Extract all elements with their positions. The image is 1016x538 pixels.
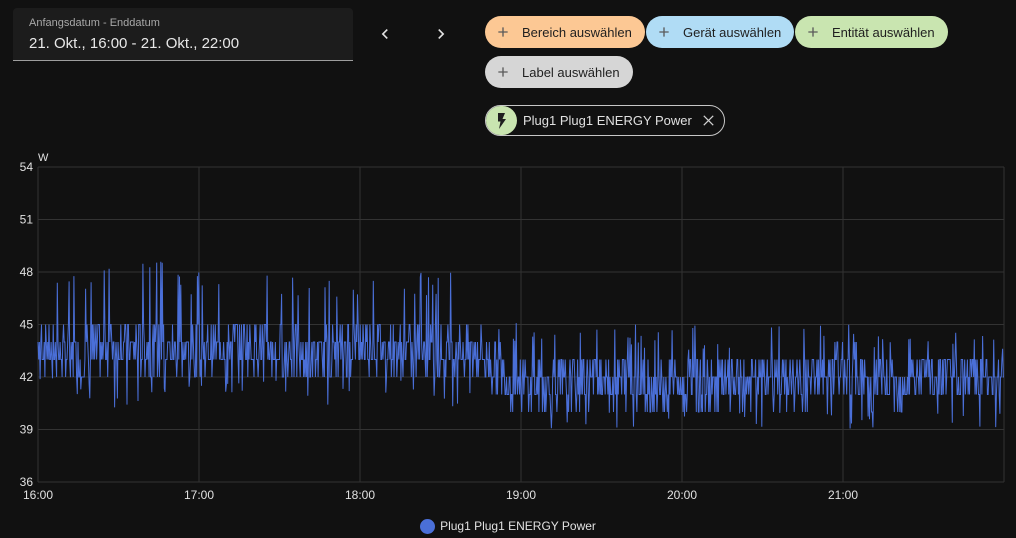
close-icon — [703, 115, 715, 126]
y-axis-unit-label: W — [38, 152, 49, 164]
x-tick-label: 17:00 — [184, 488, 214, 502]
chevron-right-icon — [438, 29, 445, 39]
date-range-picker[interactable]: Anfangsdatum - Enddatum 21. Okt., 16:00 … — [13, 8, 353, 61]
x-tick-label: 20:00 — [667, 488, 697, 502]
plus-icon — [656, 24, 672, 40]
chart-grid — [37, 166, 1005, 483]
y-tick-label: 36 — [20, 475, 34, 489]
select-device-label: Gerät auswählen — [683, 24, 782, 40]
x-axis: 16:00 17:00 18:00 19:00 20:00 21:00 — [23, 488, 858, 502]
power-history-chart: 54 51 48 45 42 39 36 16:00 17:00 18:00 19:00 20:00… — [20, 152, 1005, 502]
selected-entity-label: Plug1 Plug1 ENERGY Power — [523, 113, 692, 128]
select-label-chip[interactable]: Label auswählen — [485, 56, 633, 88]
y-tick-label: 54 — [20, 160, 34, 174]
select-label-label: Label auswählen — [522, 64, 620, 80]
flash-icon — [486, 106, 517, 135]
y-tick-label: 45 — [20, 318, 34, 332]
next-period-button[interactable] — [425, 18, 457, 50]
legend-label: Plug1 Plug1 ENERGY Power — [440, 519, 596, 533]
y-axis: 54 51 48 45 42 39 36 — [20, 160, 34, 489]
date-range-value: 21. Okt., 16:00 - 21. Okt., 22:00 — [29, 35, 240, 52]
select-entity-chip[interactable]: Entität auswählen — [795, 16, 948, 48]
x-tick-label: 16:00 — [23, 488, 53, 502]
select-entity-label: Entität auswählen — [832, 24, 935, 40]
plus-icon — [495, 24, 511, 40]
chevron-left-icon — [381, 29, 388, 39]
legend-marker — [420, 518, 436, 534]
select-area-chip[interactable]: Bereich auswählen — [485, 16, 645, 48]
chart-legend[interactable]: Plug1 Plug1 ENERGY Power — [0, 517, 1016, 535]
selected-entity-chip[interactable]: Plug1 Plug1 ENERGY Power — [485, 105, 725, 136]
y-tick-label: 51 — [20, 213, 34, 227]
y-tick-label: 48 — [20, 265, 34, 279]
select-device-chip[interactable]: Gerät auswählen — [646, 16, 795, 48]
x-tick-label: 19:00 — [506, 488, 536, 502]
previous-period-button[interactable] — [369, 18, 401, 50]
date-range-label: Anfangsdatum - Enddatum — [29, 17, 160, 29]
remove-entity-button[interactable] — [702, 114, 716, 128]
x-tick-label: 18:00 — [345, 488, 375, 502]
plus-icon — [805, 24, 821, 40]
x-tick-label: 21:00 — [828, 488, 858, 502]
y-tick-label: 39 — [20, 423, 34, 437]
select-area-label: Bereich auswählen — [522, 24, 632, 40]
plus-icon — [495, 64, 511, 80]
y-tick-label: 42 — [20, 370, 34, 384]
